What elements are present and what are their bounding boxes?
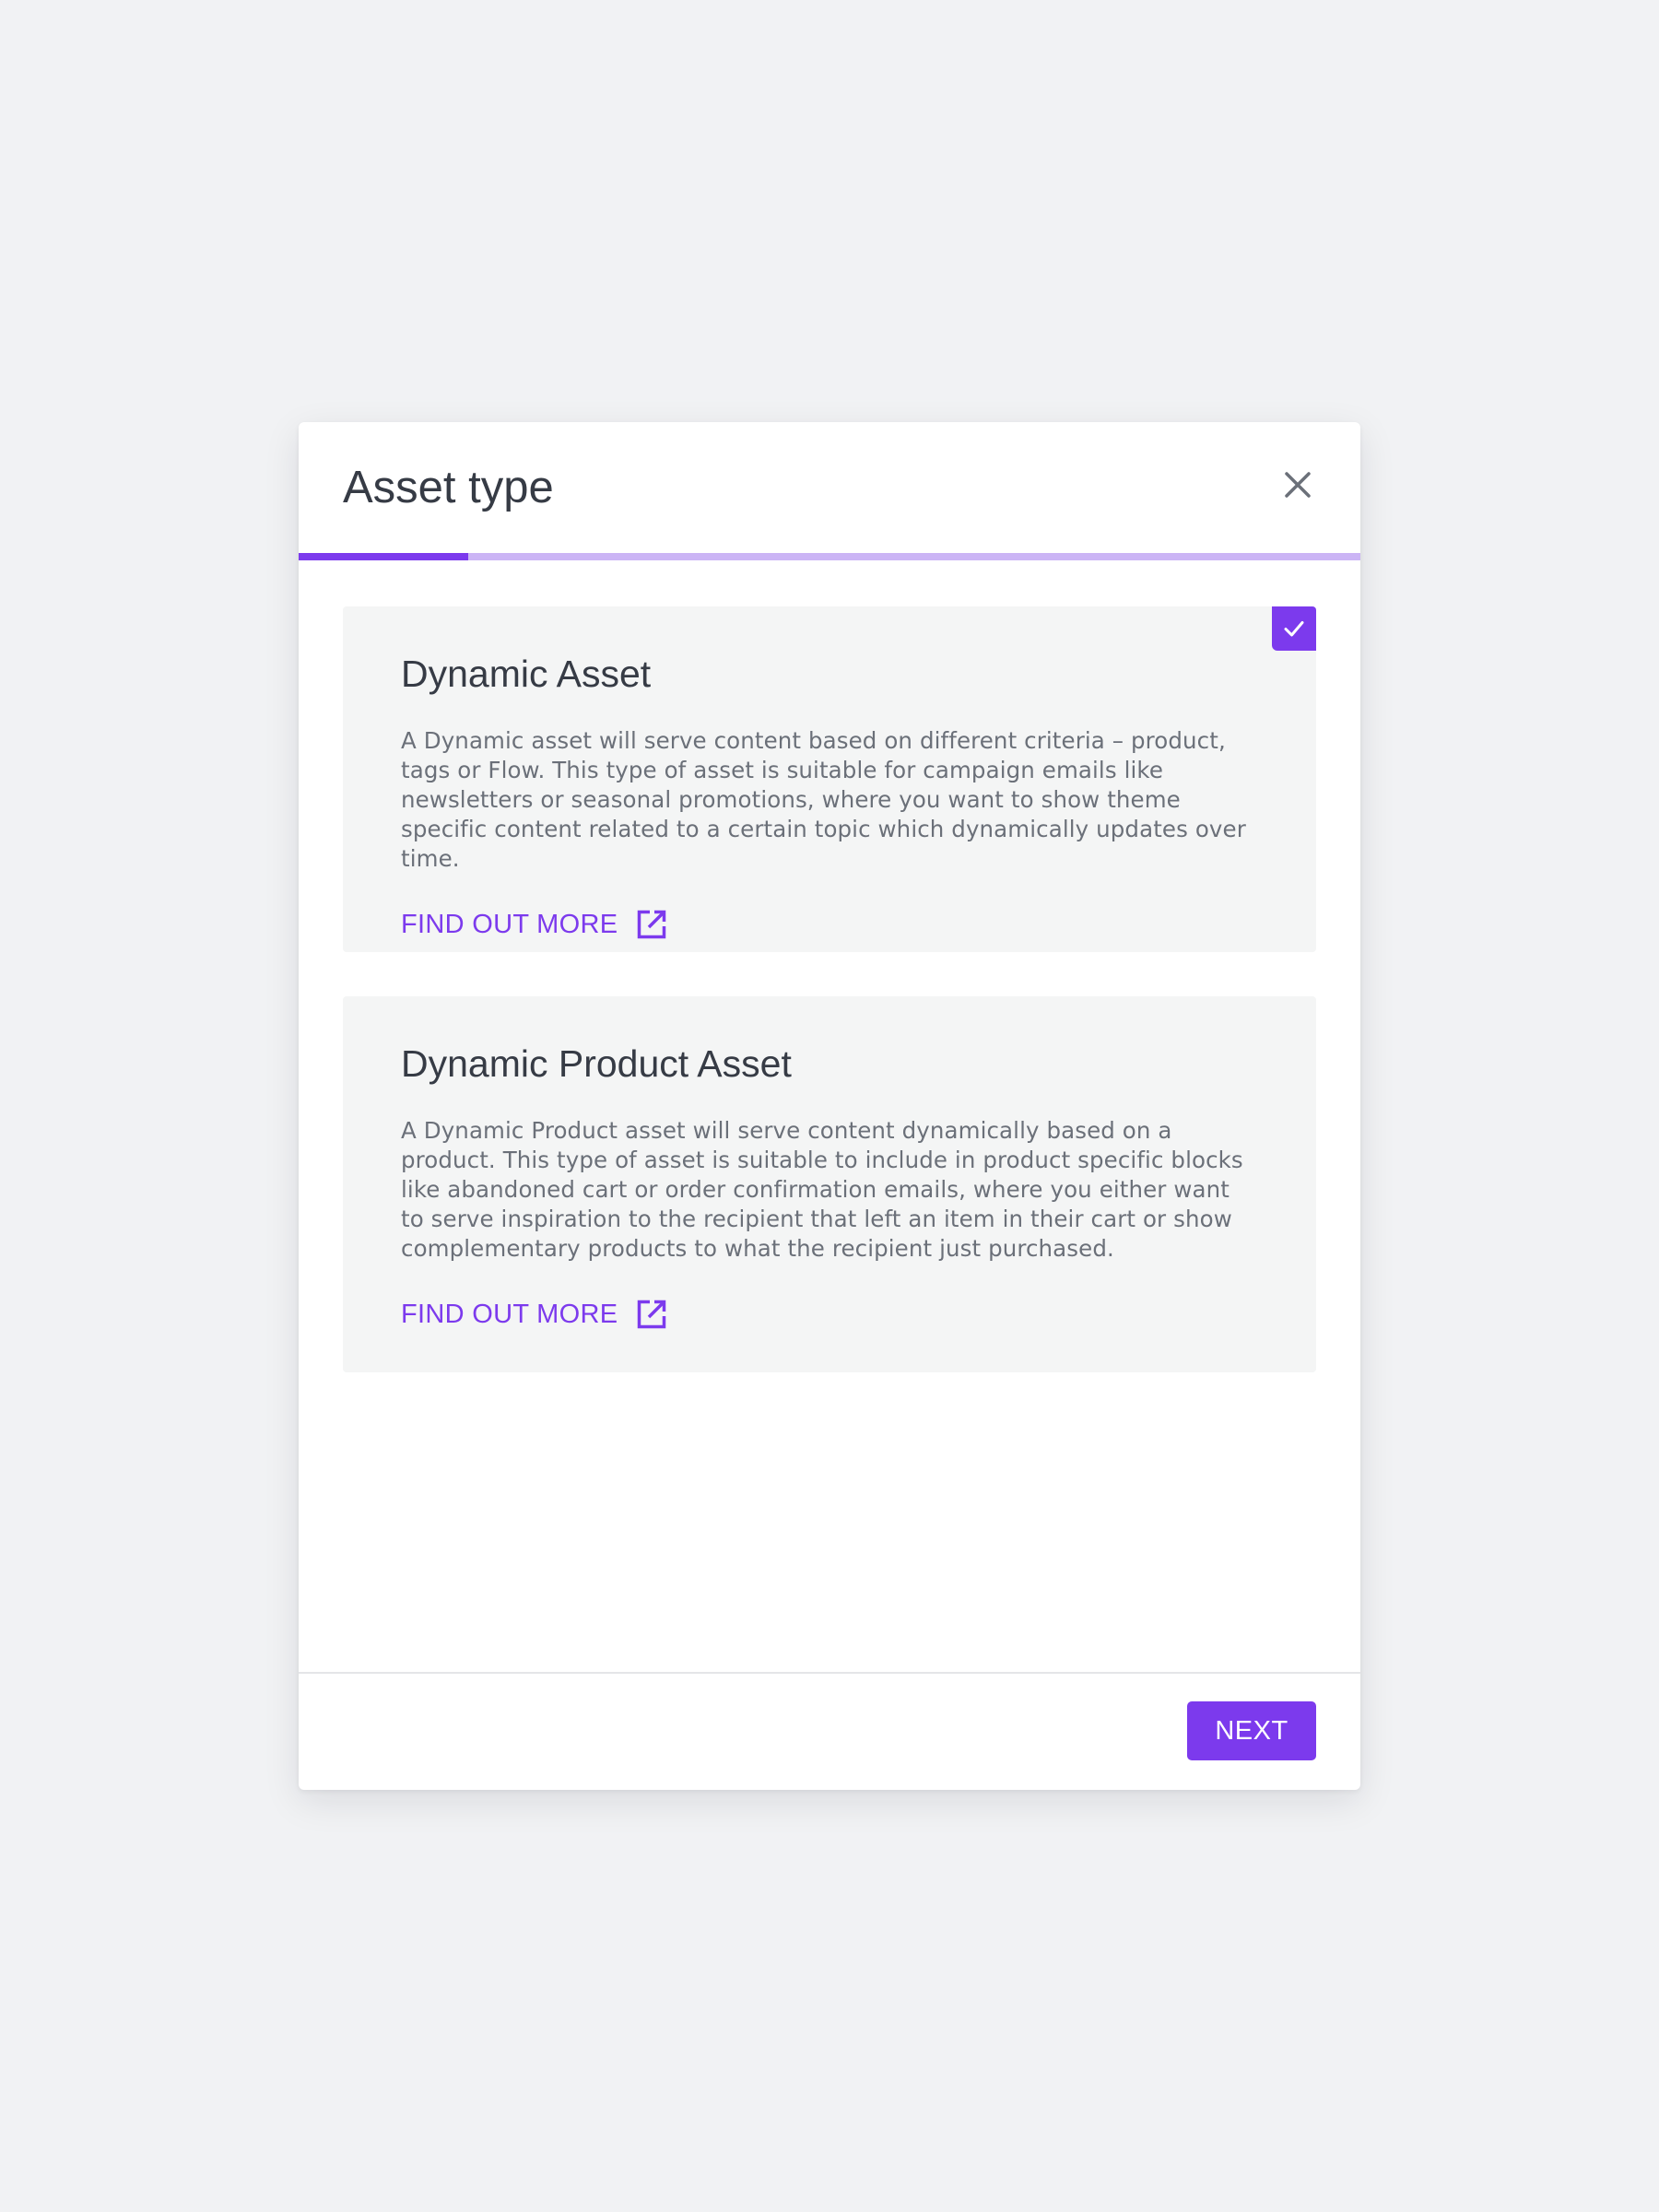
find-out-more-link[interactable]: FIND OUT MORE [401, 909, 667, 940]
external-link-icon [638, 910, 666, 939]
find-out-more-label: FIND OUT MORE [401, 909, 618, 939]
option-description: A Dynamic Product asset will serve conte… [401, 1117, 1243, 1263]
option-description: A Dynamic asset will serve content based… [401, 727, 1246, 873]
option-title: Dynamic Product Asset [401, 1042, 792, 1085]
option-card-dynamic-asset[interactable]: Dynamic Asset A Dynamic asset will serve… [343, 606, 1316, 952]
option-card-dynamic-product-asset[interactable]: Dynamic Product Asset A Dynamic Product … [343, 996, 1316, 1372]
asset-type-options: Dynamic Asset A Dynamic asset will serve… [343, 606, 1316, 1372]
dialog-header: Asset type [299, 422, 1360, 553]
find-out-more-label: FIND OUT MORE [401, 1299, 618, 1329]
find-out-more-link[interactable]: FIND OUT MORE [401, 1299, 667, 1330]
step-progress-bar [299, 553, 1360, 560]
asset-type-dialog: Asset type Dynamic Asset A Dynamic asset… [299, 422, 1360, 1790]
close-button[interactable] [1279, 466, 1316, 503]
dialog-footer: NEXT [299, 1672, 1360, 1790]
close-icon [1285, 472, 1311, 498]
selected-check-badge [1272, 606, 1316, 651]
dialog-title: Asset type [343, 463, 554, 512]
external-link-icon [638, 1300, 666, 1329]
checkmark-icon [1284, 621, 1304, 637]
step-progress-fill [299, 553, 469, 560]
next-button[interactable]: NEXT [1187, 1701, 1316, 1760]
option-title: Dynamic Asset [401, 653, 652, 695]
